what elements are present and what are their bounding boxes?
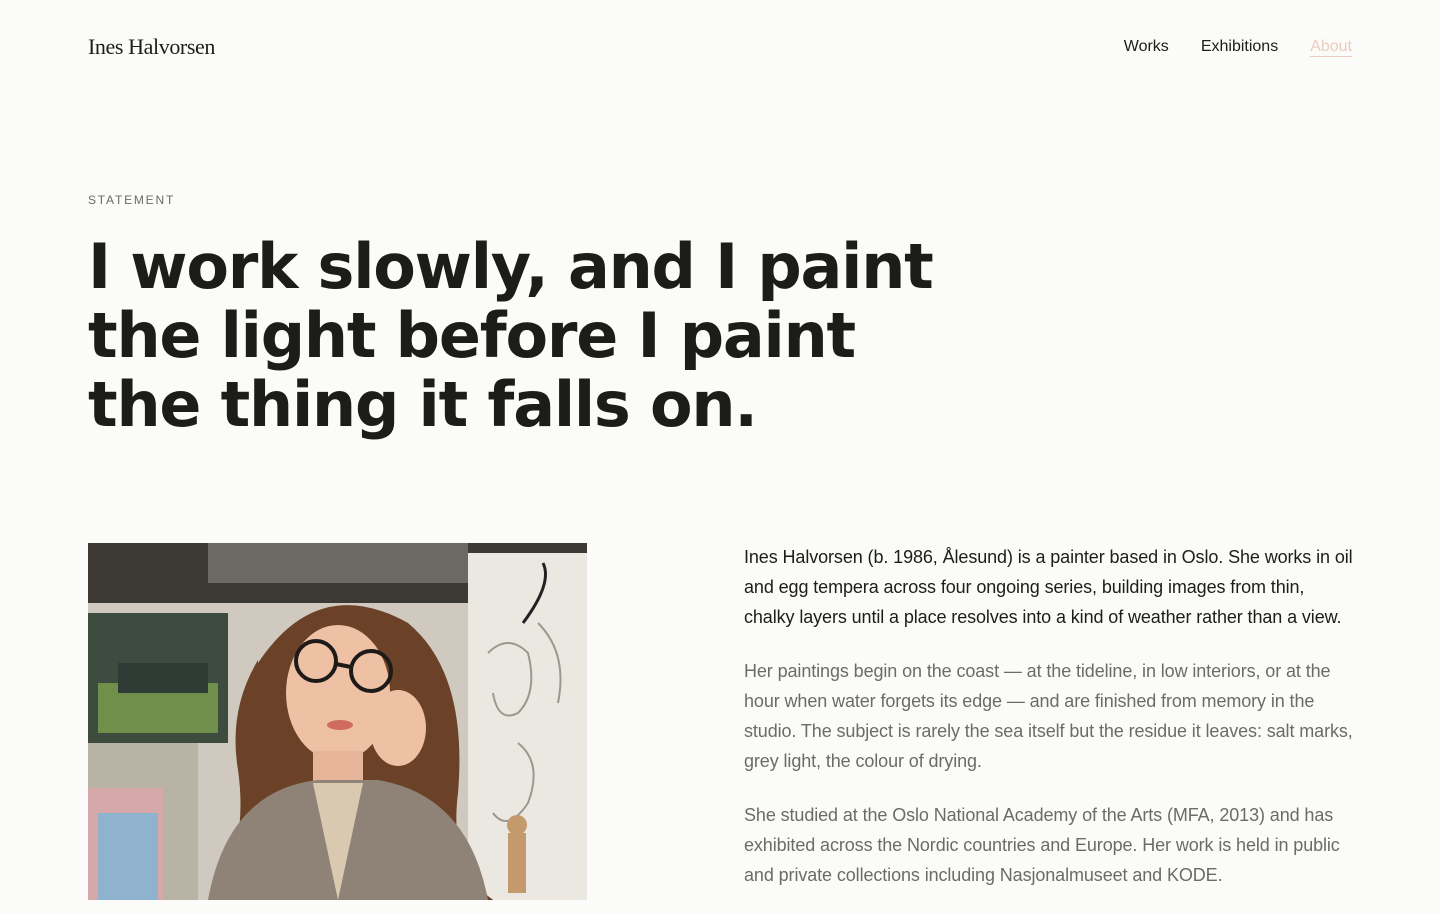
section-kicker: STATEMENT [88,193,176,207]
nav-item-exhibitions[interactable]: Exhibitions [1201,38,1278,57]
brand-logo[interactable]: Ines Halvorsen [88,34,215,60]
nav-item-about[interactable]: About [1310,38,1352,57]
main-nav: Works Exhibitions About [1124,38,1352,57]
artist-bio: Ines Halvorsen (b. 1986, Ålesund) is a p… [744,542,1354,914]
bio-paragraph: Her paintings begin on the coast — at th… [744,661,1353,771]
nav-item-works[interactable]: Works [1124,38,1169,57]
bio-paragraph: She studied at the Oslo National Academy… [744,805,1340,885]
site-header: Ines Halvorsen Works Exhibitions About [0,0,1440,96]
portrait-illustration [88,543,587,900]
statement-headline: I work slowly, and I paint the light bef… [88,230,934,441]
bio-paragraph: Ines Halvorsen (b. 1986, Ålesund) is a p… [744,547,1353,627]
artist-portrait [88,543,587,900]
